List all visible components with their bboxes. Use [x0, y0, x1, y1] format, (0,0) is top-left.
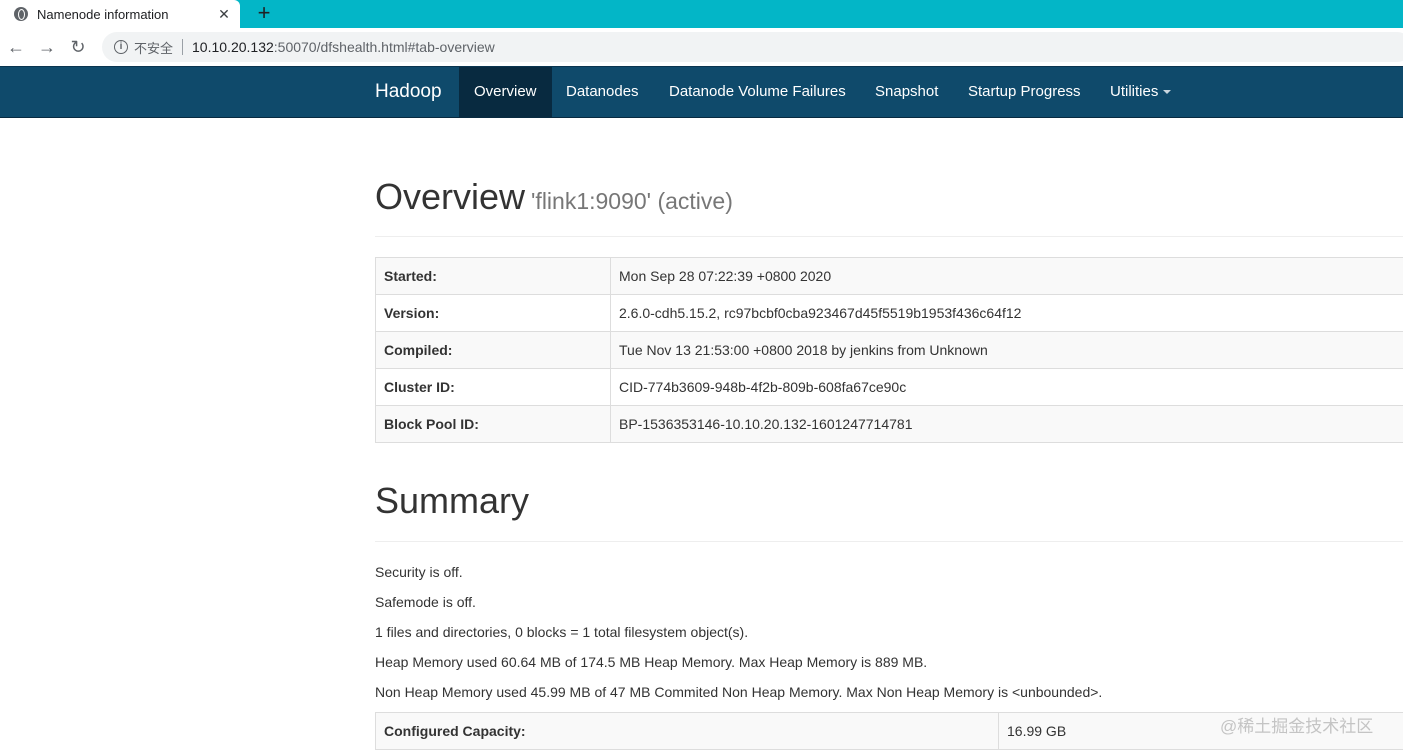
row-value: Mon Sep 28 07:22:39 +0800 2020 — [610, 257, 1403, 295]
row-key: Started: — [375, 257, 611, 295]
nav-datanodes[interactable]: Datanodes — [551, 67, 654, 117]
url-host[interactable]: 10.10.20.132 — [192, 39, 274, 55]
overview-header: Overview'flink1:9090' (active) — [375, 176, 1403, 237]
back-icon[interactable]: ← — [2, 33, 30, 61]
nav-datanode-volume-failures[interactable]: Datanode Volume Failures — [654, 67, 861, 117]
summary-filesystem-objects: 1 files and directories, 0 blocks = 1 to… — [375, 624, 749, 640]
table-row: Started: Mon Sep 28 07:22:39 +0800 2020 — [375, 257, 1403, 295]
browser-toolbar: ← → ↻ i 不安全 10.10.20.132:50070/dfshealth… — [0, 28, 1403, 66]
row-value: CID-774b3609-948b-4f2b-809b-608fa67ce90c — [610, 368, 1403, 406]
info-icon[interactable]: i — [114, 40, 128, 54]
row-key: Block Pool ID: — [375, 405, 611, 443]
nav-utilities[interactable]: Utilities — [1095, 67, 1186, 117]
row-key: Compiled: — [375, 331, 611, 369]
address-bar[interactable]: i 不安全 10.10.20.132:50070/dfshealth.html#… — [102, 32, 1403, 62]
row-value: Tue Nov 13 21:53:00 +0800 2018 by jenkin… — [610, 331, 1403, 369]
row-value: 2.6.0-cdh5.15.2, rc97bcbf0cba923467d45f5… — [610, 294, 1403, 332]
summary-title: Summary — [375, 480, 530, 521]
table-row: Compiled: Tue Nov 13 21:53:00 +0800 2018… — [375, 331, 1403, 369]
watermark: @稀土掘金技术社区 — [1220, 717, 1374, 736]
url-path[interactable]: :50070/dfshealth.html#tab-overview — [274, 39, 495, 55]
table-row: Block Pool ID: BP-1536353146-10.10.20.13… — [375, 405, 1403, 443]
security-label[interactable]: 不安全 — [134, 38, 173, 57]
summary-heap-memory: Heap Memory used 60.64 MB of 174.5 MB He… — [375, 654, 928, 670]
hadoop-navbar: Hadoop Overview Datanodes Datanode Volum… — [0, 66, 1403, 118]
summary-header: Summary — [375, 480, 1403, 542]
new-tab-button[interactable]: + — [252, 0, 276, 28]
row-key: Cluster ID: — [375, 368, 611, 406]
nav-snapshot[interactable]: Snapshot — [860, 67, 953, 117]
summary-safemode: Safemode is off. — [375, 594, 476, 610]
nav-overview[interactable]: Overview — [459, 67, 552, 117]
page-subtitle: 'flink1:9090' (active) — [531, 188, 733, 214]
brand-logo[interactable]: Hadoop — [375, 67, 442, 117]
browser-tabstrip: Namenode information ✕ + — [0, 0, 1403, 28]
globe-icon — [14, 7, 28, 21]
reload-icon[interactable]: ↻ — [64, 33, 92, 61]
forward-icon[interactable]: → — [33, 33, 61, 61]
address-separator — [182, 39, 184, 55]
caret-down-icon — [1163, 90, 1172, 95]
overview-table: Started: Mon Sep 28 07:22:39 +0800 2020 … — [375, 257, 1403, 443]
browser-tab[interactable]: Namenode information ✕ — [0, 0, 240, 28]
nav-startup-progress[interactable]: Startup Progress — [953, 67, 1096, 117]
tab-close-icon[interactable]: ✕ — [214, 6, 234, 23]
table-row: Version: 2.6.0-cdh5.15.2, rc97bcbf0cba92… — [375, 294, 1403, 332]
summary-non-heap-memory: Non Heap Memory used 45.99 MB of 47 MB C… — [375, 684, 1103, 700]
table-row: Cluster ID: CID-774b3609-948b-4f2b-809b-… — [375, 368, 1403, 406]
row-key: Configured Capacity: — [375, 712, 999, 750]
page-title: Overview — [375, 176, 526, 217]
summary-security: Security is off. — [375, 564, 463, 580]
row-value: BP-1536353146-10.10.20.132-1601247714781 — [610, 405, 1403, 443]
nav-utilities-label: Utilities — [1110, 83, 1159, 100]
tab-title: Namenode information — [37, 6, 169, 22]
row-key: Version: — [375, 294, 611, 332]
